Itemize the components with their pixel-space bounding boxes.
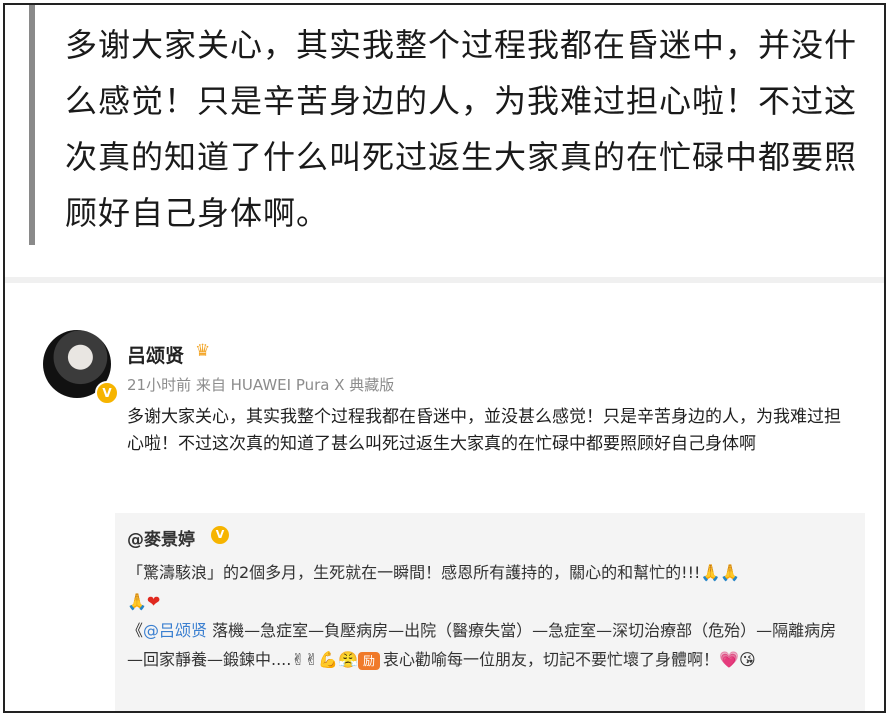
- verified-badge-icon: V: [95, 381, 119, 405]
- repost-line3: 衷心勸喻每一位朋友，切記不要忙壞了身體啊！: [383, 650, 720, 669]
- repost-block[interactable]: @麥景婷 V 「驚濤駭浪」的2個多月，生死就在一瞬間！感恩所有護持的，關心的和幫…: [115, 513, 865, 711]
- encourage-tag-icon: 励: [358, 651, 381, 670]
- pray-icon: 🙏: [700, 563, 721, 582]
- pray-icon: 🙏: [720, 563, 741, 582]
- mention-link[interactable]: @吕颂贤: [143, 621, 207, 640]
- verified-badge-icon: V: [211, 526, 229, 544]
- repost-username[interactable]: @麥景婷: [127, 525, 195, 550]
- heart-icon: ❤: [146, 592, 161, 611]
- muscle-icon: 💪: [318, 650, 339, 669]
- victory-icon: ✌: [304, 650, 319, 669]
- post-username[interactable]: 吕颂贤: [127, 341, 184, 368]
- hearts-icon: 💗: [719, 650, 739, 669]
- post-meta: 21小时前 来自 HUAWEI Pura X 典藏版: [127, 376, 395, 394]
- quote-text: 多谢大家关心，其实我整个过程我都在昏迷中，并没什么感觉！只是辛苦身边的人，为我难…: [65, 26, 858, 232]
- face-icon: 😤: [338, 650, 359, 669]
- weibo-post: V 吕颂贤 ♛ 21小时前 来自 HUAWEI Pura X 典藏版 多谢大家关…: [5, 283, 884, 711]
- repost-prefix: 《: [127, 621, 144, 640]
- post-body: 多谢大家关心，其实我整个过程我都在昏迷中，並没甚么感觉！只是辛苦身边的人，为我难…: [127, 407, 841, 454]
- victory-icon: ✌: [291, 650, 305, 669]
- screenshot-frame: 多谢大家关心，其实我整个过程我都在昏迷中，并没什么感觉！只是辛苦身边的人，为我难…: [3, 3, 886, 713]
- repost-body: 「驚濤駭浪」的2個多月，生死就在一瞬間！感恩所有護持的，關心的和幫忙的!!!🙏🙏…: [127, 558, 851, 674]
- quote-bar: [29, 5, 35, 245]
- wink-icon: 😘: [738, 650, 756, 669]
- crown-icon: ♛: [195, 341, 211, 361]
- pray-icon: 🙏: [127, 592, 147, 611]
- repost-line1: 「驚濤駭浪」的2個多月，生死就在一瞬間！感恩所有護持的，關心的和幫忙的!!!: [127, 563, 701, 582]
- quote-section: 多谢大家关心，其实我整个过程我都在昏迷中，并没什么感觉！只是辛苦身边的人，为我难…: [5, 5, 884, 277]
